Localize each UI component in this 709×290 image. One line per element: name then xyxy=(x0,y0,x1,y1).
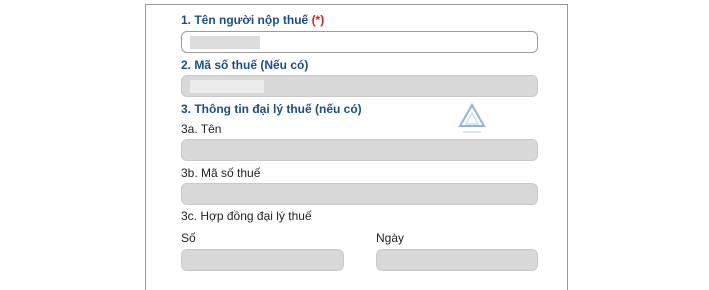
agent-tax-code-input[interactable] xyxy=(181,183,538,205)
taxpayer-name-label-text: 1. Tên người nộp thuế xyxy=(181,13,309,27)
tax-code-label: 2. Mã số thuế (Nếu có) xyxy=(181,58,309,72)
contract-date-input[interactable] xyxy=(376,249,538,271)
triangle-logo-icon xyxy=(458,102,486,133)
agent-name-label: 3a. Tên xyxy=(181,122,222,136)
taxpayer-name-input[interactable] xyxy=(181,31,538,53)
taxpayer-name-label: 1. Tên người nộp thuế (*) xyxy=(181,13,324,27)
redacted-value xyxy=(190,36,260,49)
required-mark: (*) xyxy=(311,13,325,27)
contract-number-label: Số xyxy=(181,231,196,245)
agent-contract-label: 3c. Hợp đồng đại lý thuế xyxy=(181,209,312,223)
contract-number-input[interactable] xyxy=(181,249,344,271)
agent-section-heading: 3. Thông tin đại lý thuế (nếu có) xyxy=(181,102,362,116)
agent-name-input[interactable] xyxy=(181,139,538,161)
contract-date-label: Ngày xyxy=(376,231,405,245)
agent-tax-code-label: 3b. Mã số thuế xyxy=(181,166,261,180)
redacted-value xyxy=(190,80,264,93)
tax-code-input[interactable] xyxy=(181,75,538,97)
